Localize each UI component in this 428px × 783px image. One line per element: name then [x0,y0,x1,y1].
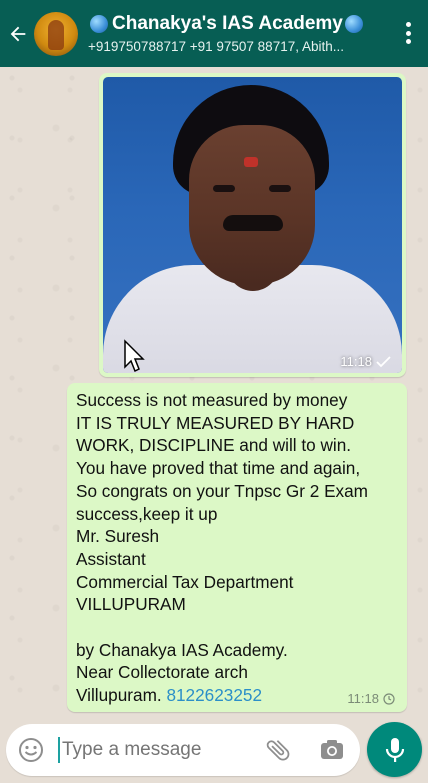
camera-icon [321,740,343,759]
portrait-photo[interactable] [103,77,402,373]
attach-icon [266,740,290,761]
chat-title-text: Chanakya's IAS Academy [112,13,343,34]
chat-participants: +919750788717 +91 97507 88717, Abith... [88,39,344,54]
message-text: Success is not measured by money IT IS T… [76,390,369,706]
mic-icon [385,737,404,762]
more-options-button[interactable] [404,22,412,44]
image-message-time: 11:18 [340,354,392,369]
back-arrow-icon [10,26,26,41]
chat-title-block[interactable]: Chanakya's IAS Academy +919750788717 +91… [88,13,388,54]
voice-record-button[interactable] [367,722,422,777]
group-avatar[interactable] [34,11,78,56]
clock-icon [383,692,395,705]
camera-button[interactable] [318,736,346,764]
chat-title: Chanakya's IAS Academy [88,13,388,35]
back-button[interactable] [2,0,34,67]
text-message-bubble[interactable]: Success is not measured by money IT IS T… [67,383,407,712]
attach-button[interactable] [264,736,292,764]
emoji-icon [19,738,43,762]
more-vert-icon [405,22,411,27]
chat-header: Chanakya's IAS Academy +919750788717 +91… [0,0,428,67]
globe-icon [344,15,363,33]
image-message-bubble[interactable]: 11:18 [99,73,406,377]
message-input[interactable] [58,737,258,763]
text-message-time: 11:18 [347,691,395,706]
message-input-bar [6,724,360,776]
emoji-button[interactable] [16,735,46,765]
double-check-icon [376,355,391,367]
phone-number-link[interactable]: 8122623252 [166,685,262,705]
globe-icon [90,15,108,33]
